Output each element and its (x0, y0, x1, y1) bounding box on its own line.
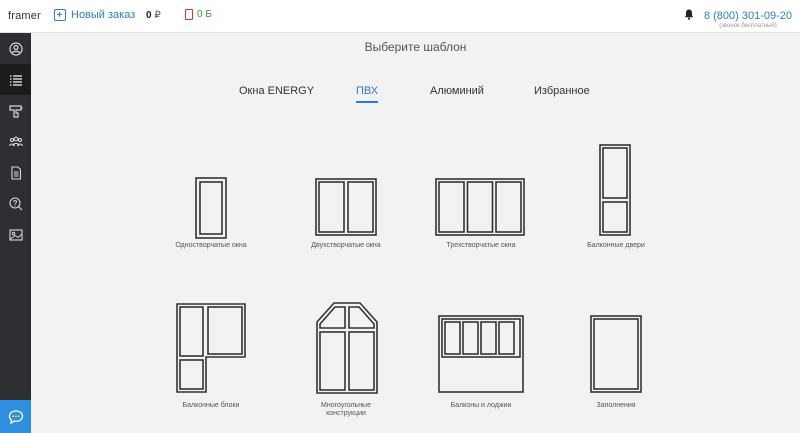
phone-note: (звонок бесплатный) (719, 23, 777, 29)
template-tabs: Окна ENERGY ПВХ Алюминий Избранное (31, 85, 800, 105)
phone-number[interactable]: 8 (800) 301-09-20 (704, 10, 792, 22)
template-triple-sash[interactable]: Трехстворчатые окна (411, 173, 551, 253)
template-single-sash[interactable]: Одностворчатые окна (141, 173, 281, 253)
template-caption: Балконы и лоджии (450, 402, 512, 409)
app-logo[interactable]: framer (8, 10, 41, 22)
sidebar-item-help[interactable] (0, 188, 31, 219)
template-caption: Одностворчатые окна (175, 242, 247, 249)
template-double-sash[interactable]: Двухстворчатые окна (276, 173, 416, 253)
tab-favorites[interactable]: Избранное (534, 85, 590, 97)
single-sash-window-icon (195, 177, 227, 239)
phone-block[interactable]: 8 (800) 301-09-20 (звонок бесплатный) (704, 10, 792, 29)
balance-currency: ₽ (154, 10, 161, 21)
tab-energy[interactable]: Окна ENERGY (239, 85, 314, 97)
double-sash-window-icon (315, 178, 377, 236)
sidebar-item-documents[interactable] (0, 157, 31, 188)
template-caption: Двухстворчатые окна (311, 242, 381, 249)
top-bar: framer Новый заказ 0 ₽ 0 Б 8 (800) 301-0… (0, 0, 800, 33)
sidebar-item-profile[interactable] (0, 33, 31, 64)
triple-sash-window-icon (435, 178, 525, 236)
bonus-balance[interactable]: 0 Б (185, 9, 212, 20)
template-caption: Трехстворчатые окна (446, 242, 516, 249)
document-icon (10, 165, 21, 180)
polygonal-window-icon (316, 302, 378, 394)
chat-icon (8, 409, 23, 424)
tab-pvc[interactable]: ПВХ (356, 85, 379, 103)
bonus-value: 0 Б (197, 9, 212, 20)
page-title: Выберите шаблон (364, 40, 467, 54)
tool-icon (8, 104, 22, 118)
user-icon (8, 41, 23, 56)
sidebar-item-clients[interactable] (0, 126, 31, 157)
list-icon (9, 74, 22, 86)
filling-panel-icon (590, 315, 642, 393)
bonus-icon (185, 9, 193, 20)
new-order-label: Новый заказ (71, 9, 136, 21)
help-chat-icon (8, 196, 22, 210)
users-icon (8, 136, 23, 146)
template-balcony-block[interactable]: Балконные блоки (141, 301, 281, 413)
sidebar (0, 33, 31, 433)
balcony-block-icon (176, 303, 246, 393)
balcony-loggia-icon (438, 315, 524, 393)
balance: 0 ₽ (146, 10, 161, 21)
sidebar-item-orders[interactable] (0, 64, 31, 95)
plus-icon (54, 9, 66, 21)
template-balcony-door[interactable]: Балконные двери (546, 141, 686, 253)
sidebar-item-tools[interactable] (0, 95, 31, 126)
template-chooser: Выберите шаблон Окна ENERGY ПВХ Алюминий… (31, 33, 800, 433)
template-caption: Балконные блоки (182, 402, 240, 409)
bell-icon[interactable] (684, 9, 694, 20)
balcony-door-icon (599, 144, 631, 236)
template-balcony-loggia[interactable]: Балконы и лоджии (411, 301, 551, 413)
template-caption: Заполнения (596, 402, 636, 409)
image-icon (8, 228, 23, 241)
chat-button[interactable] (0, 400, 31, 433)
new-order-button[interactable]: Новый заказ (54, 9, 135, 21)
template-caption: конструкции (326, 410, 366, 417)
template-caption: Балконные двери (587, 242, 645, 249)
template-fillings[interactable]: Заполнения (546, 301, 686, 413)
template-polygonal[interactable]: Многоугольные конструкции (276, 301, 416, 421)
sidebar-item-gallery[interactable] (0, 219, 31, 250)
tab-aluminium[interactable]: Алюминий (430, 85, 484, 97)
balance-value: 0 (146, 10, 152, 21)
